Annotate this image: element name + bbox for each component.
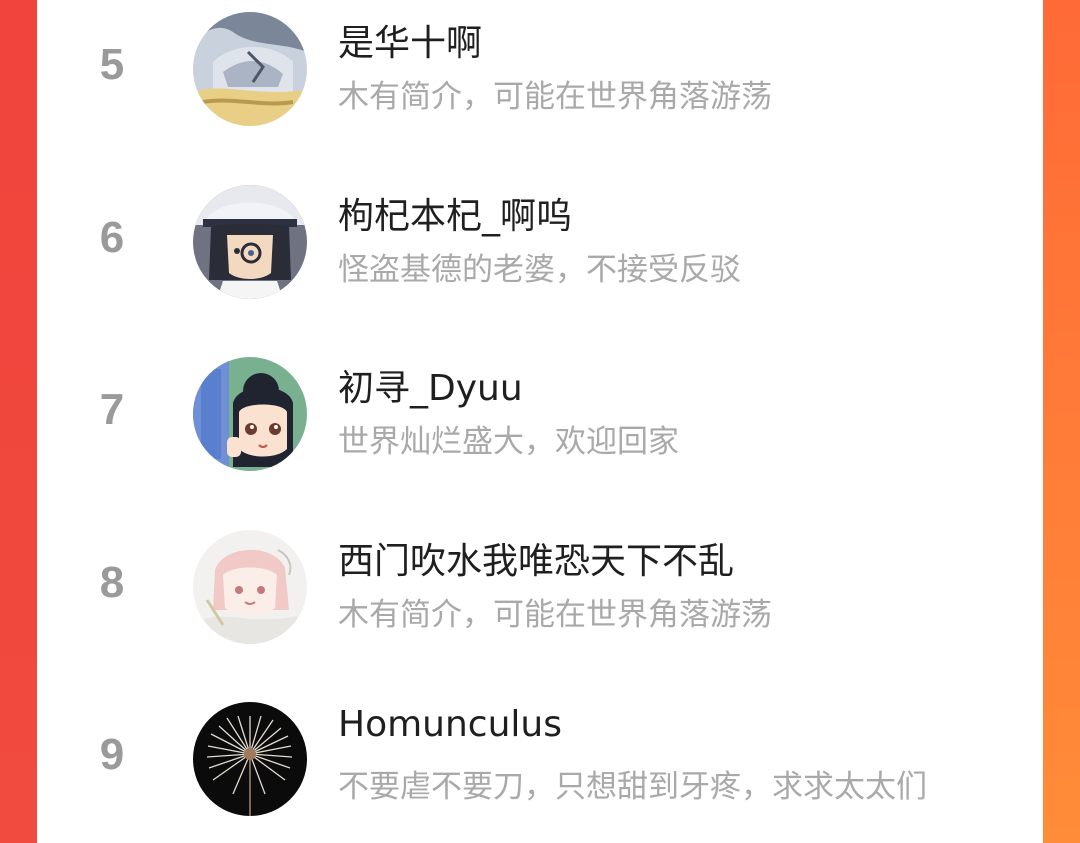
user-name: 西门吹水我唯恐天下不乱	[338, 541, 735, 582]
user-name: 初寻_Dyuu	[338, 368, 523, 409]
user-avatar[interactable]	[193, 185, 307, 299]
user-bio: 木有简介，可能在世界角落游荡	[338, 597, 772, 633]
rank-number: 7	[99, 385, 125, 434]
leaderboard-panel: 5 是华十啊 木有简介，可能在世界角落游荡 6 枸杞本杞_啊呜 怪盗基德的老婆，…	[37, 0, 1043, 843]
rank-number: 9	[99, 730, 125, 779]
dandelion-avatar-icon	[193, 702, 307, 816]
user-name: 是华十啊	[338, 23, 483, 64]
leaderboard-row[interactable]: 9 Homunculus 不要虐不要刀，只想甜到牙疼，求求太太们	[37, 702, 1043, 842]
leaderboard-row[interactable]: 7 初寻_Dyuu 世界灿烂盛大，欢迎回家	[37, 357, 1043, 497]
user-avatar[interactable]	[193, 702, 307, 816]
user-avatar[interactable]	[193, 530, 307, 644]
leaderboard-row[interactable]: 6 枸杞本杞_啊呜 怪盗基德的老婆，不接受反驳	[37, 185, 1043, 325]
user-bio: 怪盗基德的老婆，不接受反驳	[338, 252, 741, 288]
user-name: 枸杞本杞_啊呜	[338, 196, 573, 237]
left-edge-accent	[0, 0, 37, 843]
rank-number: 8	[99, 558, 125, 607]
user-avatar[interactable]	[193, 12, 307, 126]
right-edge-accent	[1043, 0, 1080, 843]
user-bio: 不要虐不要刀，只想甜到牙疼，求求太太们	[338, 769, 927, 805]
leaderboard-row[interactable]: 5 是华十啊 木有简介，可能在世界角落游荡	[37, 12, 1043, 152]
anime-avatar-kaito-icon	[193, 12, 307, 126]
rank-number: 5	[99, 40, 125, 89]
anime-avatar-conan-icon	[193, 185, 307, 299]
user-avatar[interactable]	[193, 357, 307, 471]
anime-avatar-sketch-icon	[193, 530, 307, 644]
rank-number: 6	[99, 213, 125, 262]
anime-avatar-girl-icon	[193, 357, 307, 471]
leaderboard-row[interactable]: 8 西门吹水我唯恐天下不乱 木有简介，可能在世界角落游荡	[37, 530, 1043, 670]
user-name: Homunculus	[338, 704, 562, 745]
user-bio: 世界灿烂盛大，欢迎回家	[338, 424, 679, 460]
user-bio: 木有简介，可能在世界角落游荡	[338, 79, 772, 115]
